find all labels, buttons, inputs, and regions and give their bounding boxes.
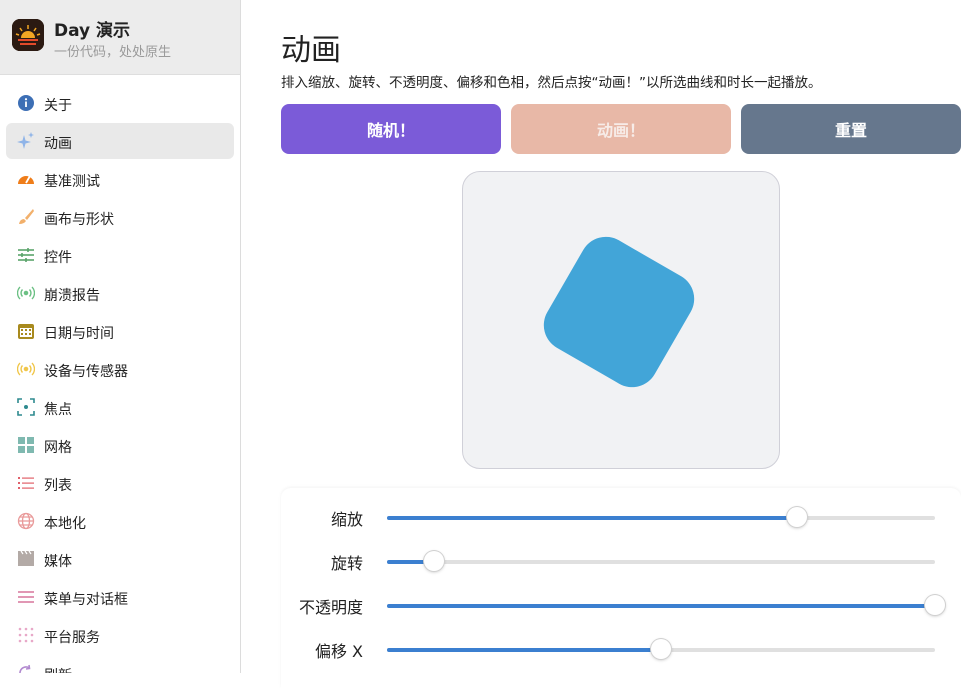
offset-x-slider-track[interactable] — [387, 639, 935, 659]
opacity-slider-track[interactable] — [387, 595, 945, 615]
slider-thumb[interactable] — [651, 639, 671, 659]
focus-icon — [17, 398, 35, 416]
refresh-icon — [17, 664, 35, 673]
sidebar-item-label: 基准测试 — [44, 174, 100, 190]
random-button[interactable]: 随机！ — [281, 104, 501, 154]
sparkles-icon — [17, 132, 35, 150]
sidebar-item-canvas[interactable]: 画布与形状 — [6, 199, 234, 235]
sidebar-item-label: 画布与形状 — [44, 212, 114, 228]
sidebar-item-label: 菜单与对话框 — [44, 592, 128, 608]
sidebar-item-crash-report[interactable]: 崩溃报告 — [6, 275, 234, 311]
sliders-icon — [17, 246, 35, 264]
sidebar-item-controls[interactable]: 控件 — [6, 237, 234, 273]
scale-slider-track[interactable] — [387, 507, 935, 527]
globe-icon — [17, 512, 35, 530]
reset-button[interactable]: 重置 — [741, 104, 961, 154]
slider-label: 缩放 — [330, 510, 363, 529]
dots-grid-icon — [17, 626, 35, 644]
slider-row-scale: 缩放 — [281, 496, 961, 540]
sidebar-item-media[interactable]: 媒体 — [6, 541, 234, 577]
sidebar-item-grid[interactable]: 网格 — [6, 427, 234, 463]
sidebar-item-label: 刷新 — [44, 665, 72, 673]
page-description: 排入缩放、旋转、不透明度、偏移和色相，然后点按“动画！”以所选曲线和时长一起播放… — [281, 75, 822, 91]
sidebar-item-label: 崩溃报告 — [44, 288, 100, 304]
sidebar-item-label: 本地化 — [44, 516, 86, 532]
sidebar-item-label: 媒体 — [44, 554, 72, 570]
sidebar-item-label: 设备与传感器 — [44, 364, 128, 380]
sidebar-header: Day 演示 一份代码，处处原生 — [0, 0, 240, 75]
slider-label: 偏移 X — [314, 642, 363, 661]
slider-thumb[interactable] — [423, 551, 444, 571]
list-icon — [17, 474, 35, 492]
slider-row-offset-x: 偏移 X — [281, 628, 961, 672]
app-subtitle: 一份代码，处处原生 — [54, 45, 172, 60]
slider-label: 旋转 — [330, 554, 363, 573]
app-title: Day 演示 — [54, 21, 131, 41]
main-content: 动画 排入缩放、旋转、不透明度、偏移和色相，然后点按“动画！”以所选曲线和时长一… — [241, 0, 961, 688]
sidebar-nav: 关于 动画 基准测试 画布与形状 控件 崩溃报告 日期与时间 设备与传感器 焦点… — [6, 85, 234, 673]
slider-label: 不透明度 — [298, 598, 363, 617]
slider-fill — [387, 516, 797, 520]
menu-icon — [17, 588, 35, 606]
animation-preview — [462, 171, 780, 469]
sidebar-item-localization[interactable]: 本地化 — [6, 503, 234, 539]
sidebar-item-platform-services[interactable]: 平台服务 — [6, 617, 234, 653]
sidebar-item-label: 关于 — [44, 98, 72, 114]
calendar-icon — [17, 322, 35, 340]
speedometer-icon — [17, 170, 35, 188]
rotation-slider-track[interactable] — [387, 551, 935, 571]
slider-fill — [387, 604, 935, 608]
sidebar-item-animation[interactable]: 动画 — [6, 123, 234, 159]
slider-thumb[interactable] — [925, 595, 945, 615]
sidebar-item-list[interactable]: 列表 — [6, 465, 234, 501]
slider-row-opacity: 不透明度 — [281, 584, 961, 628]
grid-icon — [17, 436, 35, 454]
sidebar-item-label: 网格 — [44, 440, 72, 456]
sidebar-item-about[interactable]: 关于 — [6, 85, 234, 121]
sensor-icon — [16, 360, 36, 378]
slider-fill — [387, 648, 661, 652]
info-icon — [17, 94, 35, 112]
slider-row-rotation: 旋转 — [281, 540, 961, 584]
film-icon — [17, 550, 35, 568]
animated-shape — [534, 227, 704, 397]
slider-thumb[interactable] — [786, 507, 807, 527]
sidebar-item-date-time[interactable]: 日期与时间 — [6, 313, 234, 349]
animate-button[interactable]: 动画！ — [511, 104, 731, 154]
broadcast-icon — [16, 284, 36, 302]
sidebar-item-label: 日期与时间 — [44, 326, 114, 342]
sidebar-item-label: 焦点 — [44, 402, 72, 418]
sidebar-item-devices[interactable]: 设备与传感器 — [6, 351, 234, 387]
sidebar-item-focus[interactable]: 焦点 — [6, 389, 234, 425]
sidebar-item-label: 平台服务 — [44, 630, 100, 646]
sidebar-item-benchmark[interactable]: 基准测试 — [6, 161, 234, 197]
app-logo-icon — [12, 19, 44, 51]
sidebar-item-label: 列表 — [44, 478, 72, 494]
sidebar-item-label: 控件 — [44, 250, 72, 266]
page-title: 动画 — [281, 33, 341, 68]
sidebar-item-menus-dialogs[interactable]: 菜单与对话框 — [6, 579, 234, 615]
sidebar: Day 演示 一份代码，处处原生 关于 动画 基准测试 画布与形状 控件 崩溃报… — [0, 0, 241, 673]
sidebar-item-label: 动画 — [44, 136, 72, 152]
slider-panel: 缩放 旋转 不透明度 偏移 X — [281, 488, 961, 688]
sidebar-item-refresh[interactable]: 刷新 — [6, 655, 234, 673]
brush-icon — [17, 208, 35, 226]
